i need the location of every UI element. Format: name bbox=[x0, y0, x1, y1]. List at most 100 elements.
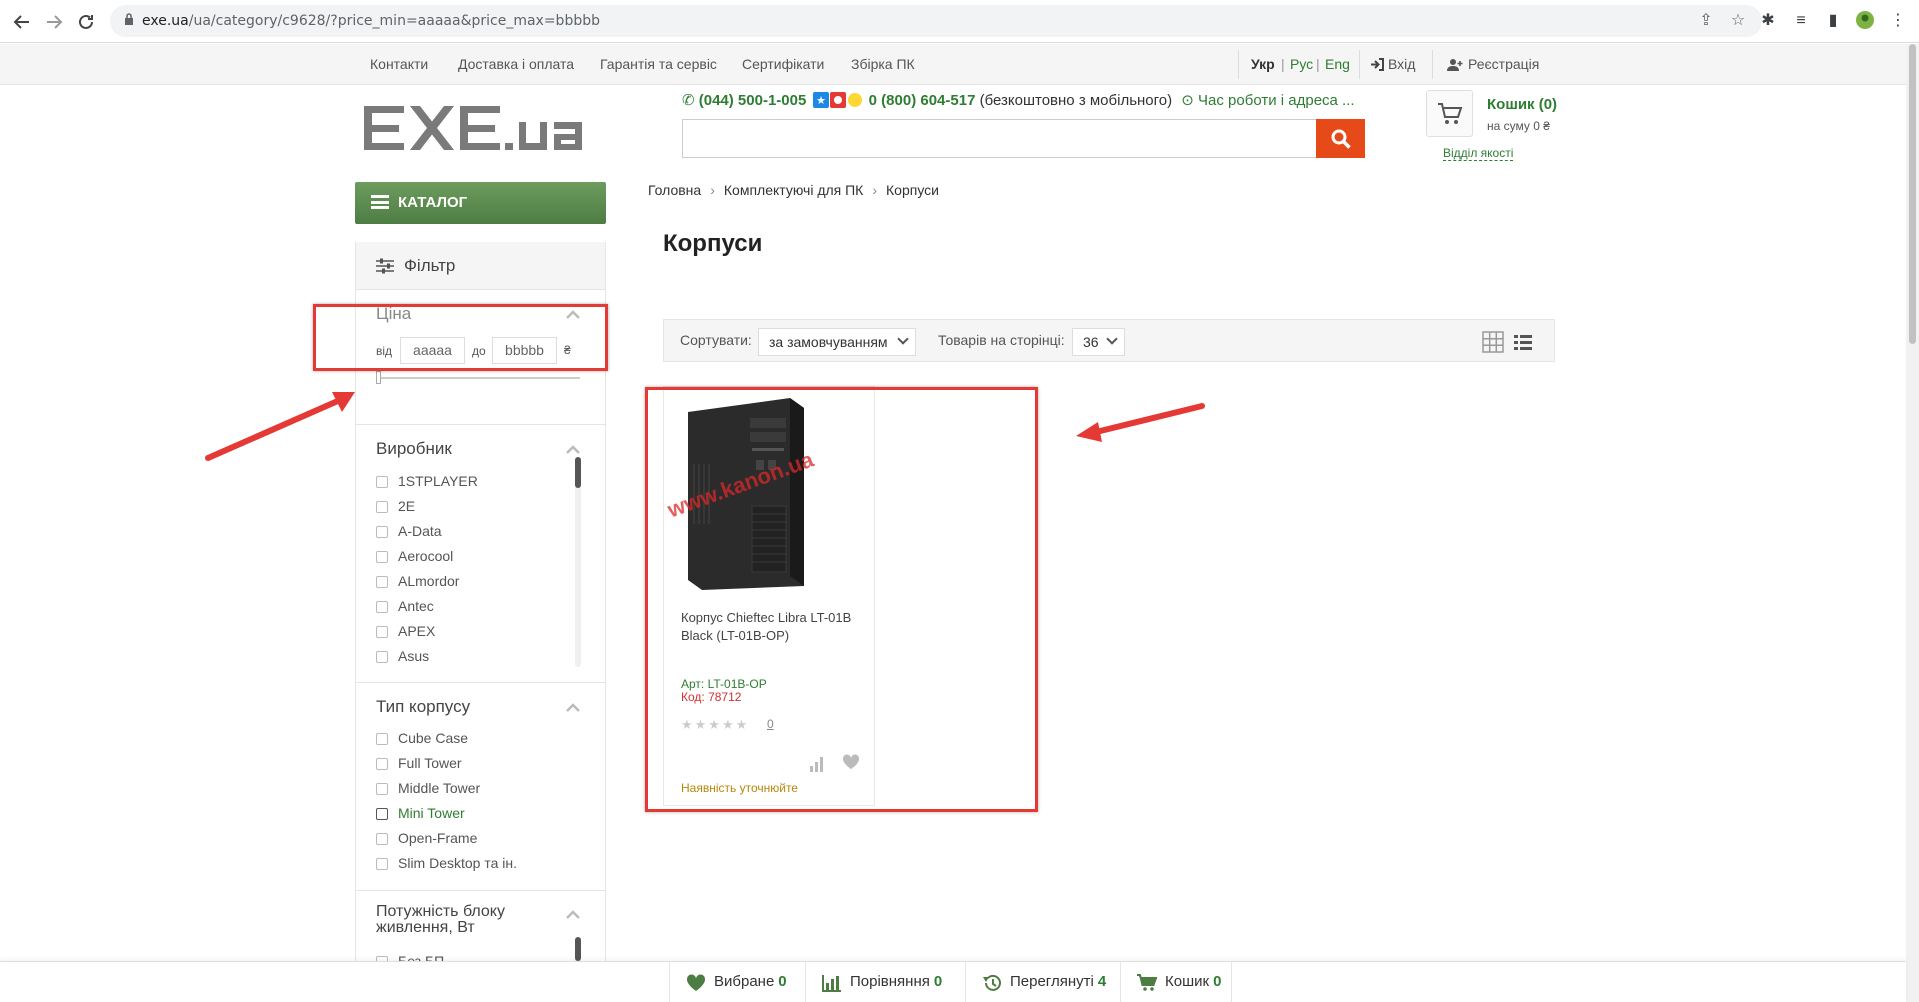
hours-link[interactable]: Час роботи і адреса ... bbox=[1198, 92, 1355, 109]
option-label: 2E bbox=[398, 498, 416, 514]
clock-icon: ⊙ bbox=[1181, 92, 1194, 109]
checkbox[interactable] bbox=[376, 833, 388, 845]
viewed-label: Переглянуті bbox=[1010, 973, 1094, 990]
option-label: Asus bbox=[398, 648, 430, 664]
share-icon[interactable]: ⇪ bbox=[1696, 11, 1716, 31]
checkbox[interactable] bbox=[376, 526, 388, 538]
profile-avatar-icon[interactable] bbox=[1854, 10, 1876, 32]
search-input[interactable] bbox=[682, 119, 1316, 158]
filter-header[interactable]: Фільтр bbox=[356, 242, 605, 290]
back-icon[interactable] bbox=[10, 10, 34, 34]
breadcrumb: Головна › Комплектуючі для ПК › Корпуси bbox=[648, 182, 939, 198]
option-label: Open-Frame bbox=[398, 830, 478, 846]
extensions-puzzle-icon[interactable]: ✱ bbox=[1757, 10, 1779, 32]
contact-phones: ✆ (044) 500-1-005 ★ 0 (800) 604-517 (без… bbox=[682, 91, 1355, 112]
search-button[interactable] bbox=[1316, 119, 1365, 158]
checkbox[interactable] bbox=[376, 651, 388, 663]
catalog-label: КАТАЛОГ bbox=[398, 194, 468, 211]
breadcrumb-item-current: Корпуси bbox=[886, 182, 939, 198]
favorites-label: Вибране bbox=[714, 973, 775, 990]
cart-label: Кошик bbox=[1165, 973, 1210, 990]
bottom-favorites[interactable]: Вибране 0 bbox=[669, 962, 805, 1002]
scrollbar-thumb[interactable] bbox=[1909, 44, 1916, 344]
option-label: Slim Desktop та ін. bbox=[398, 855, 518, 871]
price-slider-handle[interactable] bbox=[376, 371, 381, 384]
bottom-cart[interactable]: Кошик 0 bbox=[1120, 962, 1232, 1002]
svg-text:★: ★ bbox=[816, 94, 826, 107]
history-icon bbox=[983, 974, 1001, 991]
lang-eng[interactable]: Eng bbox=[1325, 56, 1350, 72]
address-bar[interactable]: exe.ua/ua/category/c9628/?price_min=aaaa… bbox=[110, 5, 1762, 37]
media-control-icon[interactable]: ≡ bbox=[1790, 10, 1812, 32]
bottom-compare[interactable]: Порівняння 0 bbox=[805, 962, 965, 1002]
register-link[interactable]: Реєстрація bbox=[1447, 56, 1539, 72]
option-label: Aerocool bbox=[398, 548, 454, 564]
browser-menu-icon[interactable]: ⋮ bbox=[1887, 10, 1909, 32]
reload-icon[interactable] bbox=[74, 10, 98, 34]
per-page-label: Товарів на сторінці: bbox=[938, 332, 1065, 348]
checkbox[interactable] bbox=[376, 601, 388, 613]
lang-ukr[interactable]: Укр bbox=[1251, 56, 1275, 72]
option-label: Cube Case bbox=[398, 730, 469, 746]
topbar-link-pc-build[interactable]: Збірка ПК bbox=[851, 56, 915, 72]
lang-rus[interactable]: Рус bbox=[1290, 56, 1313, 72]
scrollbar-thumb[interactable] bbox=[575, 457, 581, 488]
option-label: Antec bbox=[398, 598, 434, 614]
checkbox[interactable] bbox=[376, 626, 388, 638]
chevron-right-icon: › bbox=[872, 182, 878, 198]
sort-select[interactable]: за замовчуванням bbox=[758, 328, 916, 356]
manufacturer-scrollbar[interactable] bbox=[575, 457, 581, 667]
topbar-link-delivery[interactable]: Доставка і оплата bbox=[458, 56, 574, 72]
topbar-link-certificates[interactable]: Сертифікати bbox=[742, 56, 824, 72]
per-page-select[interactable]: 36 bbox=[1072, 328, 1125, 356]
breadcrumb-item-components[interactable]: Комплектуючі для ПК bbox=[724, 182, 863, 198]
page-scrollbar[interactable] bbox=[1906, 44, 1919, 1002]
psu-scrollbar[interactable] bbox=[575, 937, 581, 961]
forward-icon[interactable] bbox=[42, 10, 66, 34]
checkbox[interactable] bbox=[376, 501, 388, 513]
option-label: APEX bbox=[398, 623, 436, 639]
url-text: exe.ua/ua/category/c9628/?price_min=aaaa… bbox=[142, 13, 600, 29]
phone-2-note: (безкоштовно з мобільного) bbox=[979, 92, 1173, 109]
phone-1[interactable]: (044) 500-1-005 bbox=[699, 92, 807, 109]
case-type-filter-title: Тип корпусу bbox=[376, 697, 471, 716]
checkbox[interactable] bbox=[376, 808, 388, 820]
topbar-link-contacts[interactable]: Контакти bbox=[370, 56, 428, 72]
side-panel-icon[interactable]: ▮ bbox=[1822, 10, 1844, 32]
option-label: 1STPLAYER bbox=[398, 473, 478, 489]
chevron-down-icon bbox=[897, 333, 909, 345]
quality-dept-link[interactable]: Відділ якості bbox=[1443, 146, 1514, 161]
checkbox[interactable] bbox=[376, 551, 388, 563]
checkbox[interactable] bbox=[376, 476, 388, 488]
option-label: Mini Tower bbox=[398, 805, 465, 821]
bottom-toolbar: Вибране 0 Порівняння 0 Переглянуті 4 Кошик 0 bbox=[0, 961, 1906, 1002]
bookmark-star-icon[interactable]: ☆ bbox=[1728, 11, 1748, 31]
cart-button[interactable] bbox=[1426, 90, 1473, 137]
checkbox[interactable] bbox=[376, 858, 388, 870]
scrollbar-thumb[interactable] bbox=[575, 937, 581, 961]
login-link[interactable]: Вхід bbox=[1370, 56, 1415, 72]
phone-2[interactable]: 0 (800) 604-517 bbox=[869, 92, 976, 109]
cart-title[interactable]: Кошик (0) bbox=[1487, 96, 1557, 113]
catalog-button[interactable]: КАТАЛОГ bbox=[355, 182, 606, 224]
topbar-link-warranty[interactable]: Гарантія та сервіс bbox=[600, 56, 717, 72]
list-view-icon[interactable] bbox=[1512, 331, 1534, 353]
checkbox[interactable] bbox=[376, 576, 388, 588]
site-logo[interactable] bbox=[364, 100, 609, 156]
chevron-up-icon[interactable] bbox=[566, 703, 580, 712]
chevron-up-icon[interactable] bbox=[566, 445, 580, 454]
chevron-up-icon[interactable] bbox=[566, 910, 580, 919]
grid-view-icon[interactable] bbox=[1482, 331, 1504, 353]
annotation-arrow-left bbox=[205, 392, 355, 461]
sort-toolbar: Сортувати: за замовчуванням Товарів на с… bbox=[663, 319, 1555, 362]
site-topbar: Контакти Доставка і оплата Гарантія та с… bbox=[0, 44, 1919, 85]
checkbox[interactable] bbox=[376, 733, 388, 745]
topbar-divider bbox=[1359, 50, 1360, 79]
checkbox[interactable] bbox=[376, 783, 388, 795]
bottom-viewed[interactable]: Переглянуті 4 bbox=[965, 962, 1120, 1002]
price-slider-track[interactable] bbox=[378, 377, 580, 379]
checkbox[interactable] bbox=[376, 758, 388, 770]
login-icon bbox=[1371, 58, 1384, 71]
topbar-divider bbox=[1238, 50, 1239, 79]
breadcrumb-item-home[interactable]: Головна bbox=[648, 182, 701, 198]
